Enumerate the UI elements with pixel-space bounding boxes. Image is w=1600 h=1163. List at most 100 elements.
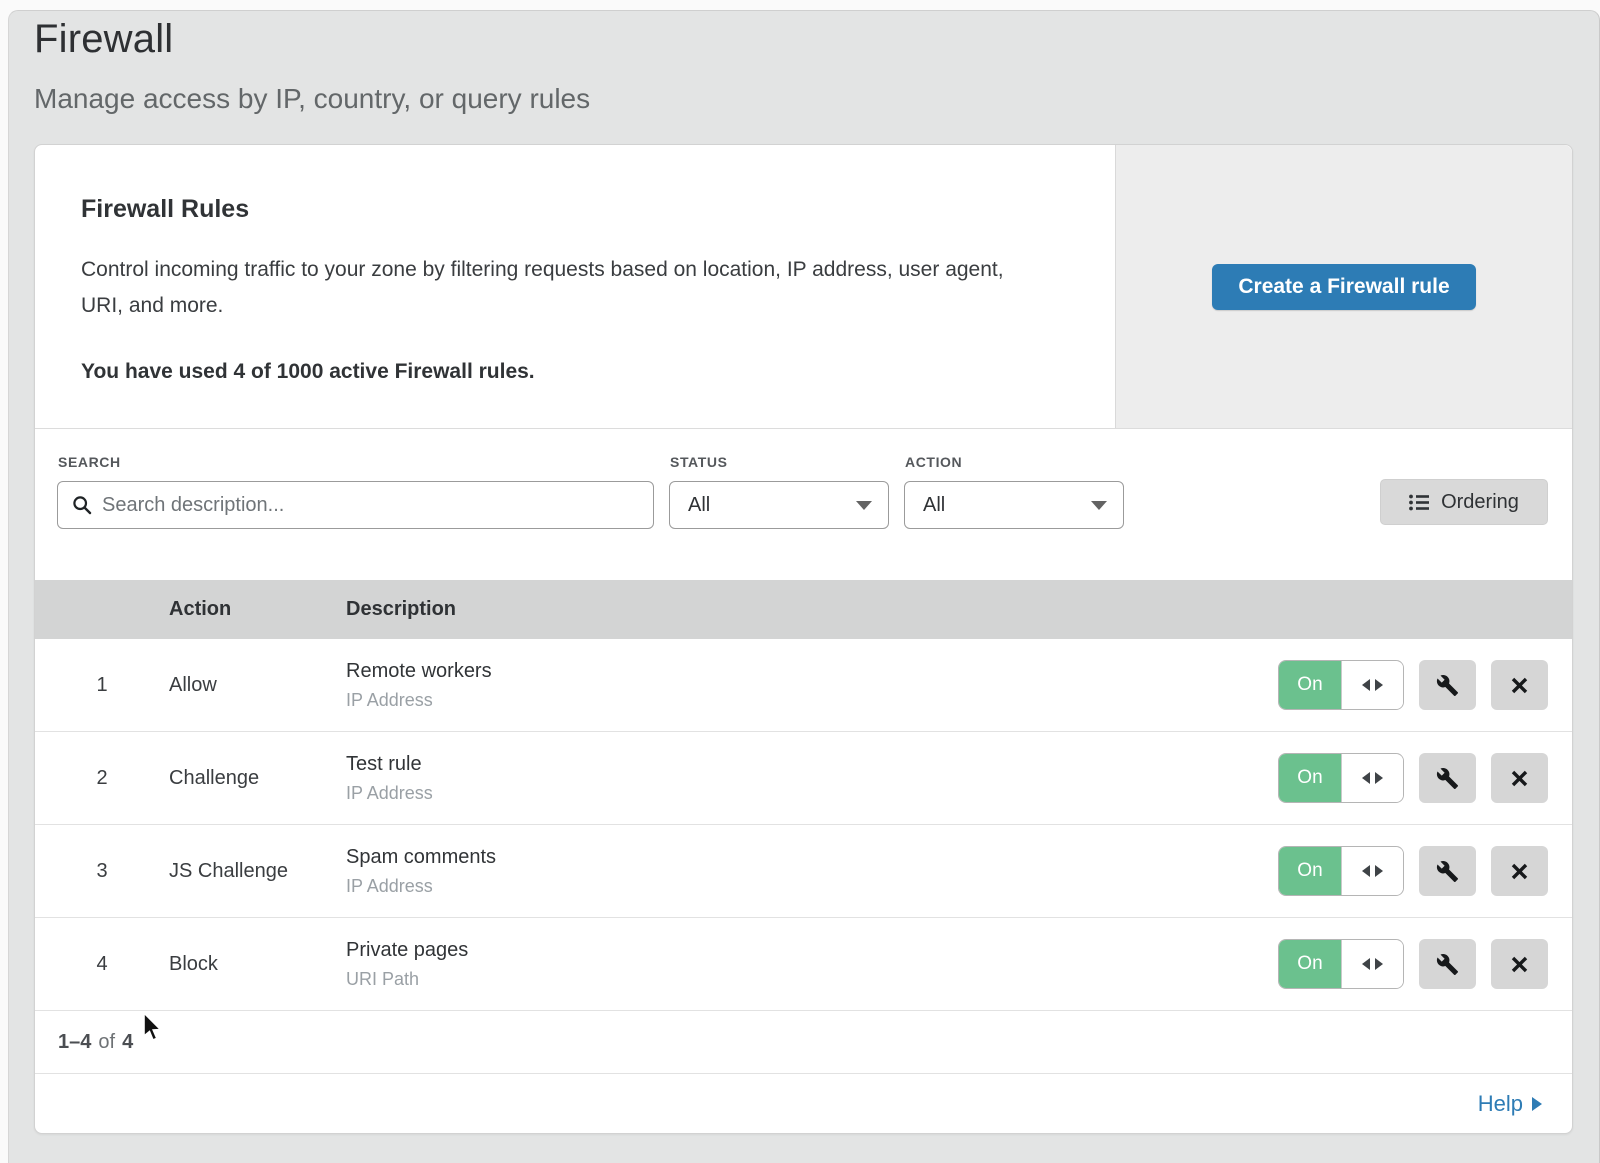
rule-priority: 1 — [35, 674, 169, 697]
rule-description-cell: Test rule IP Address — [346, 753, 1278, 804]
rule-enabled-toggle[interactable]: On — [1278, 753, 1404, 803]
rule-action: JS Challenge — [169, 860, 346, 883]
rule-match-type: IP Address — [346, 690, 1278, 711]
rule-description-cell: Spam comments IP Address — [346, 846, 1278, 897]
pagination-of: of — [98, 1031, 115, 1054]
rule-description-cell: Private pages URI Path — [346, 939, 1278, 990]
card-footer: Help — [35, 1074, 1572, 1134]
rule-enabled-toggle[interactable]: On — [1278, 939, 1404, 989]
rule-description: Remote workers — [346, 660, 1278, 683]
rule-priority: 4 — [35, 953, 169, 976]
rule-action: Challenge — [169, 767, 346, 790]
delete-rule-button[interactable] — [1491, 939, 1548, 989]
toggle-drag-handle[interactable] — [1341, 847, 1403, 895]
toggle-on-label: On — [1279, 940, 1341, 988]
rule-priority: 3 — [35, 860, 169, 883]
wrench-icon — [1436, 674, 1459, 697]
close-icon — [1510, 769, 1529, 788]
rule-match-type: IP Address — [346, 783, 1278, 804]
close-icon — [1510, 676, 1529, 695]
close-icon — [1510, 955, 1529, 974]
close-icon — [1510, 862, 1529, 881]
arrow-right-icon — [1375, 679, 1383, 691]
action-label: ACTION — [905, 454, 962, 470]
arrow-left-icon — [1362, 679, 1370, 691]
rule-match-type: URI Path — [346, 969, 1278, 990]
ordering-button-label: Ordering — [1441, 491, 1519, 514]
card-description: Control incoming traffic to your zone by… — [81, 252, 1041, 324]
ordering-button[interactable]: Ordering — [1380, 479, 1548, 525]
rule-action: Block — [169, 953, 346, 976]
card-summary-text: Firewall Rules Control incoming traffic … — [35, 145, 1115, 428]
firewall-rules-card: Firewall Rules Control incoming traffic … — [34, 144, 1573, 1134]
arrow-left-icon — [1362, 958, 1370, 970]
rule-row: 1 Allow Remote workers IP Address On — [35, 639, 1572, 732]
filter-bar: SEARCH STATUS All ACTION All — [35, 429, 1572, 580]
rule-controls: On — [1278, 846, 1572, 896]
card-action-panel: Create a Firewall rule — [1115, 145, 1572, 428]
delete-rule-button[interactable] — [1491, 846, 1548, 896]
rule-priority: 2 — [35, 767, 169, 790]
rule-enabled-toggle[interactable]: On — [1278, 660, 1404, 710]
status-select[interactable]: All — [669, 481, 889, 529]
rules-usage-count: You have used 4 of 1000 active Firewall … — [81, 360, 1045, 384]
action-column-header: Action — [169, 598, 346, 621]
wrench-icon — [1436, 860, 1459, 883]
status-label: STATUS — [670, 454, 728, 470]
create-firewall-rule-button[interactable]: Create a Firewall rule — [1212, 264, 1475, 310]
arrow-right-icon — [1375, 865, 1383, 877]
list-ordering-icon — [1409, 494, 1429, 511]
toggle-on-label: On — [1279, 754, 1341, 802]
card-summary-section: Firewall Rules Control incoming traffic … — [35, 145, 1572, 429]
rule-description: Private pages — [346, 939, 1278, 962]
delete-rule-button[interactable] — [1491, 753, 1548, 803]
pagination-total: 4 — [122, 1031, 133, 1054]
toggle-on-label: On — [1279, 847, 1341, 895]
pagination-range: 1–4 — [58, 1031, 91, 1054]
toggle-drag-handle[interactable] — [1341, 661, 1403, 709]
help-link[interactable]: Help — [1478, 1091, 1542, 1117]
arrow-left-icon — [1362, 772, 1370, 784]
rule-controls: On — [1278, 660, 1572, 710]
search-label: SEARCH — [58, 454, 121, 470]
search-icon — [72, 495, 92, 515]
action-select[interactable]: All — [904, 481, 1124, 529]
edit-rule-button[interactable] — [1419, 660, 1476, 710]
rule-match-type: IP Address — [346, 876, 1278, 897]
toggle-on-label: On — [1279, 661, 1341, 709]
search-box[interactable] — [57, 481, 654, 529]
rule-row: 3 JS Challenge Spam comments IP Address … — [35, 825, 1572, 918]
toggle-drag-handle[interactable] — [1341, 940, 1403, 988]
search-input[interactable] — [102, 494, 639, 517]
rules-table-body: 1 Allow Remote workers IP Address On — [35, 639, 1572, 1011]
help-arrow-icon — [1532, 1097, 1542, 1111]
arrow-right-icon — [1375, 772, 1383, 784]
action-selected-value: All — [923, 494, 945, 517]
help-link-label: Help — [1478, 1091, 1523, 1117]
page-subtitle: Manage access by IP, country, or query r… — [34, 83, 590, 115]
pagination: 1–4 of 4 — [35, 1011, 1572, 1074]
page-background: Firewall Manage access by IP, country, o… — [8, 10, 1600, 1163]
wrench-icon — [1436, 767, 1459, 790]
rule-controls: On — [1278, 939, 1572, 989]
rule-enabled-toggle[interactable]: On — [1278, 846, 1404, 896]
card-heading: Firewall Rules — [81, 195, 1045, 224]
arrow-right-icon — [1375, 958, 1383, 970]
rule-description-cell: Remote workers IP Address — [346, 660, 1278, 711]
chevron-down-icon — [1091, 501, 1107, 510]
delete-rule-button[interactable] — [1491, 660, 1548, 710]
page-title: Firewall — [34, 17, 173, 62]
table-header: Action Description — [35, 580, 1572, 639]
edit-rule-button[interactable] — [1419, 846, 1476, 896]
wrench-icon — [1436, 953, 1459, 976]
description-column-header: Description — [346, 598, 1278, 621]
rule-controls: On — [1278, 753, 1572, 803]
rule-row: 4 Block Private pages URI Path On — [35, 918, 1572, 1011]
edit-rule-button[interactable] — [1419, 939, 1476, 989]
status-selected-value: All — [688, 494, 710, 517]
chevron-down-icon — [856, 501, 872, 510]
rule-description: Test rule — [346, 753, 1278, 776]
arrow-left-icon — [1362, 865, 1370, 877]
edit-rule-button[interactable] — [1419, 753, 1476, 803]
toggle-drag-handle[interactable] — [1341, 754, 1403, 802]
